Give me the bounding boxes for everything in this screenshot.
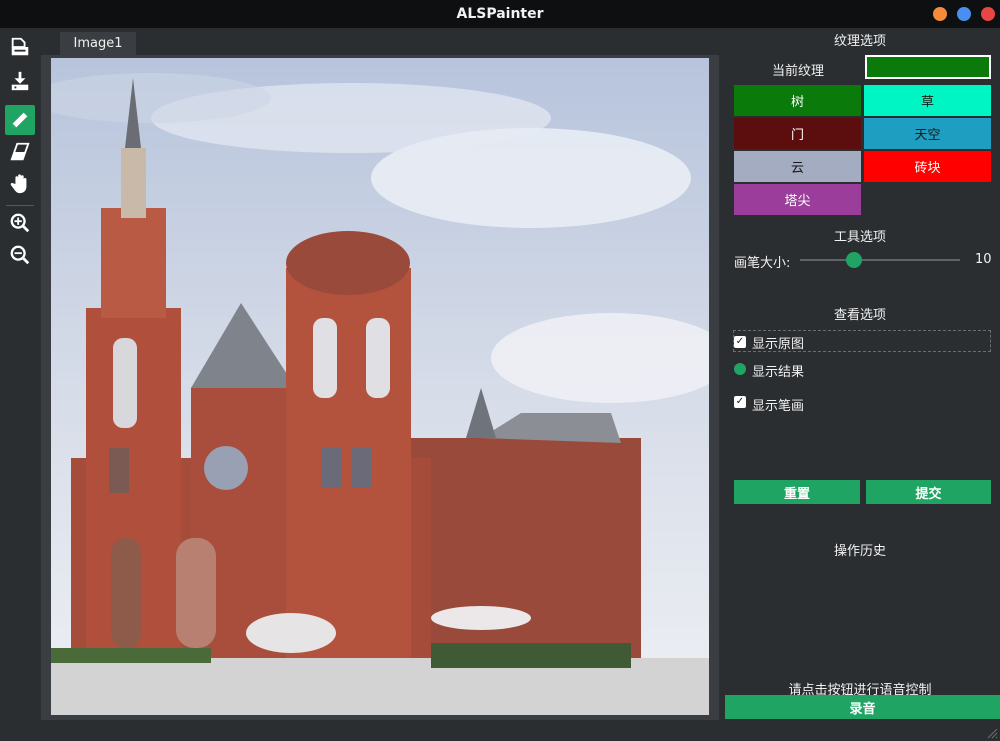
texture-button-cloud[interactable]: 云 xyxy=(734,151,861,182)
show-strokes-label: 显示笔画 xyxy=(752,399,805,414)
history-title: 操作历史 xyxy=(833,544,886,559)
church-image xyxy=(51,58,709,715)
pencil-tool-button[interactable] xyxy=(5,105,35,135)
zoom-out-button[interactable] xyxy=(5,240,35,270)
texture-button-sky[interactable]: 天空 xyxy=(864,118,991,149)
texture-button-door[interactable]: 门 xyxy=(734,118,861,149)
brush-size-slider-track[interactable] xyxy=(800,259,960,261)
texture-label: 塔尖 xyxy=(784,194,811,209)
tool-options-title: 工具选项 xyxy=(833,230,886,245)
current-texture-swatch xyxy=(865,55,991,79)
texture-label: 砖块 xyxy=(914,161,941,176)
texture-label: 草 xyxy=(920,95,934,110)
current-texture-label: 当前纹理 xyxy=(772,64,825,79)
view-options-title: 查看选项 xyxy=(833,308,886,323)
open-file-button[interactable] xyxy=(5,32,35,62)
title-bar: ALSPainter xyxy=(0,0,1000,28)
reset-button[interactable]: 重置 xyxy=(734,480,860,504)
show-original-focus-box xyxy=(733,330,991,352)
show-strokes-checkbox[interactable]: ✓ xyxy=(734,396,746,408)
save-icon xyxy=(11,71,29,91)
texture-label: 天空 xyxy=(914,128,941,143)
minimize-button[interactable] xyxy=(933,7,947,21)
image-canvas[interactable] xyxy=(51,58,709,715)
texture-label: 门 xyxy=(790,128,804,143)
close-button[interactable] xyxy=(981,7,995,21)
brush-size-slider-thumb[interactable] xyxy=(846,252,862,268)
tab-image1[interactable]: Image1 xyxy=(60,32,136,56)
record-button[interactable]: 录音 xyxy=(725,695,1000,719)
zoom-in-icon xyxy=(10,213,30,233)
hand-icon xyxy=(10,174,27,194)
hand-tool-button[interactable] xyxy=(5,169,35,199)
window-title: ALSPainter xyxy=(456,6,544,22)
show-result-label: 显示结果 xyxy=(752,365,805,380)
texture-button-grass[interactable]: 草 xyxy=(864,85,991,116)
zoom-in-button[interactable] xyxy=(5,208,35,238)
toolbar xyxy=(0,28,40,741)
right-panel: 纹理选项 当前纹理 树 草 门 天空 云 砖块 塔尖 工具选项 画笔大小: 10… xyxy=(720,28,1000,741)
submit-button[interactable]: 提交 xyxy=(866,480,991,504)
texture-button-spire[interactable]: 塔尖 xyxy=(734,184,861,215)
eraser-icon xyxy=(10,142,30,161)
texture-options-title: 纹理选项 xyxy=(833,34,886,49)
show-result-radio[interactable] xyxy=(734,363,746,375)
pencil-icon xyxy=(11,112,28,129)
texture-label: 云 xyxy=(790,161,804,176)
history-list xyxy=(734,563,991,673)
zoom-out-icon xyxy=(10,245,30,265)
texture-button-tree[interactable]: 树 xyxy=(734,85,861,116)
maximize-button[interactable] xyxy=(957,7,971,21)
eraser-tool-button[interactable] xyxy=(5,137,35,167)
brush-size-value: 10 xyxy=(975,252,992,267)
texture-label: 树 xyxy=(790,95,804,110)
resize-grip-icon[interactable] xyxy=(986,727,998,739)
texture-button-brick[interactable]: 砖块 xyxy=(864,151,991,182)
show-original-checkbox[interactable]: ✓ xyxy=(734,336,746,348)
open-file-icon xyxy=(11,37,29,56)
brush-size-label: 画笔大小: xyxy=(734,256,791,271)
save-button[interactable] xyxy=(5,66,35,96)
